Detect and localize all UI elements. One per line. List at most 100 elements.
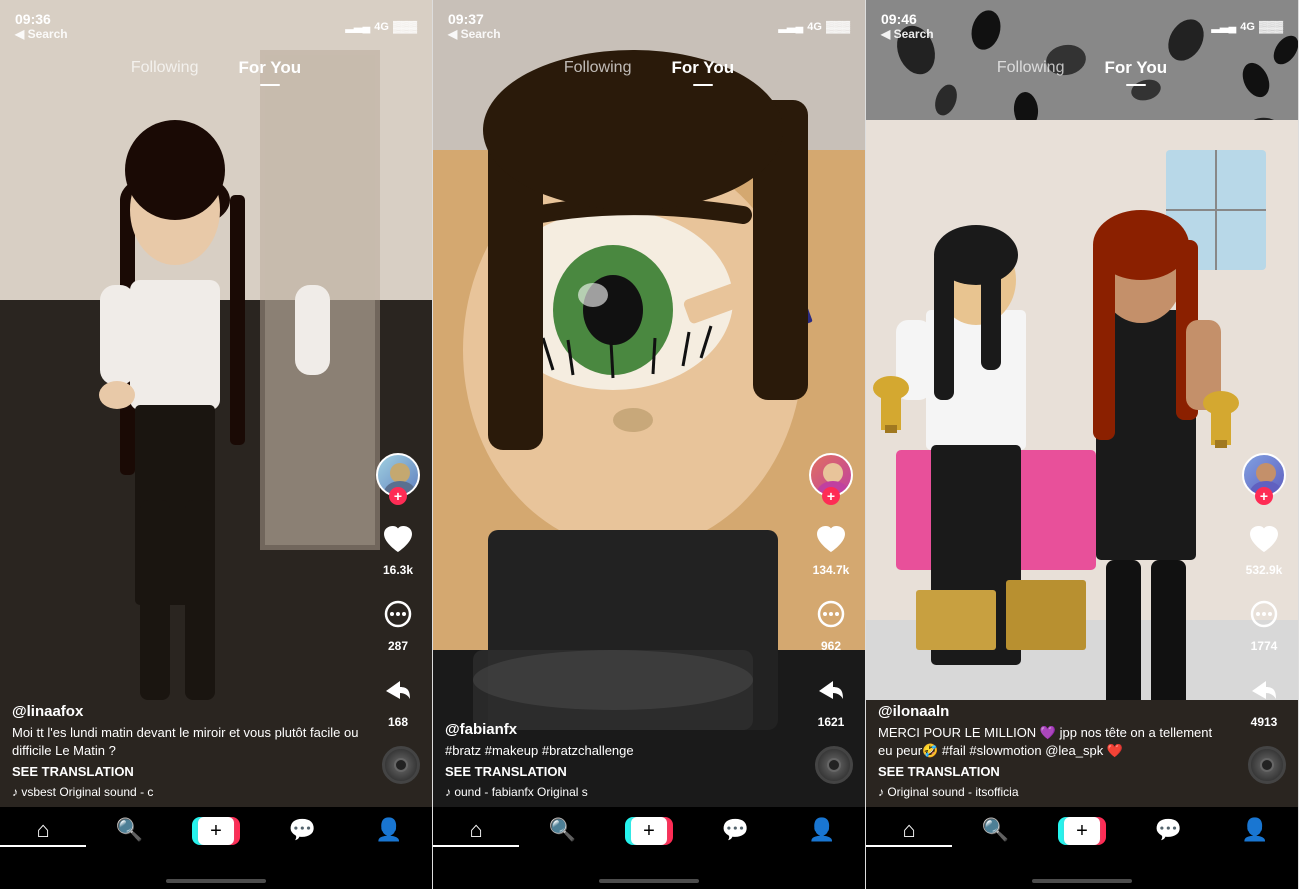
like-action-2[interactable]: 134.7k xyxy=(809,517,853,577)
caption-1: Moi tt l'es lundi matin devant le miroir… xyxy=(12,724,362,760)
nav-tabs-2: Following For You xyxy=(433,52,865,84)
share-icon-3[interactable] xyxy=(1242,669,1286,713)
comment-action-2[interactable]: 962 xyxy=(809,593,853,653)
nav-home-3[interactable]: ⌂ xyxy=(866,817,952,847)
bottom-nav-3: ⌂ 🔍 + 💬 👤 xyxy=(866,807,1298,889)
music-disc-2 xyxy=(815,746,853,784)
action-buttons-2: + 134.7k 962 xyxy=(809,453,853,729)
avatar-wrap-3[interactable]: + xyxy=(1242,453,1286,497)
nav-create-2[interactable]: + xyxy=(606,817,692,845)
comment-action-3[interactable]: 1774 xyxy=(1242,593,1286,653)
create-btn-2[interactable]: + xyxy=(628,817,670,845)
nav-home-1[interactable]: ⌂ xyxy=(0,817,86,847)
nav-inbox-1[interactable]: 💬 xyxy=(259,817,345,843)
search-nav-icon-1: 🔍 xyxy=(116,817,143,843)
search-nav-icon-2: 🔍 xyxy=(549,817,576,843)
follow-btn-1[interactable]: + xyxy=(389,487,407,505)
time-3: 09:46 xyxy=(881,12,917,26)
see-translation-3[interactable]: SEE TRANSLATION xyxy=(878,764,1228,779)
home-icon-2: ⌂ xyxy=(470,817,483,843)
search-back-1[interactable]: ◀ Search xyxy=(15,27,68,41)
home-indicator-3 xyxy=(1032,879,1132,883)
share-action-3[interactable]: 4913 xyxy=(1242,669,1286,729)
share-action-2[interactable]: 1621 xyxy=(809,669,853,729)
avatar-wrap-1[interactable]: + xyxy=(376,453,420,497)
bottom-content-1: @linaafox Moi tt l'es lundi matin devant… xyxy=(12,703,362,799)
action-buttons-3: + 532.9k 1774 xyxy=(1242,453,1286,729)
time-2: 09:37 xyxy=(448,12,484,26)
share-icon-2[interactable] xyxy=(809,669,853,713)
comment-count-3: 1774 xyxy=(1251,639,1278,653)
follow-btn-2[interactable]: + xyxy=(822,487,840,505)
action-buttons-1: + 16.3k 287 xyxy=(376,453,420,729)
create-btn-1[interactable]: + xyxy=(195,817,237,845)
username-1[interactable]: @linaafox xyxy=(12,703,362,720)
avatar-wrap-2[interactable]: + xyxy=(809,453,853,497)
network-icon-2: 4G xyxy=(807,21,822,33)
search-back-3[interactable]: ◀ Search xyxy=(881,27,934,41)
home-icon-3: ⌂ xyxy=(903,817,916,843)
music-disc-3 xyxy=(1248,746,1286,784)
share-count-3: 4913 xyxy=(1251,715,1278,729)
phone-2: 09:37 ◀ Search ▂▃▄ 4G ▓▓▓ Following For … xyxy=(433,0,866,889)
comment-icon-1[interactable] xyxy=(376,593,420,637)
share-icon-1[interactable] xyxy=(376,669,420,713)
tab-for-you-2[interactable]: For You xyxy=(651,52,754,84)
nav-inbox-2[interactable]: 💬 xyxy=(692,817,778,843)
bottom-nav-1: ⌂ 🔍 + 💬 👤 xyxy=(0,807,432,889)
status-bar-2: 09:37 ◀ Search ▂▃▄ 4G ▓▓▓ xyxy=(433,0,865,45)
status-bar-3: 09:46 ◀ Search ▂▃▄ 4G ▓▓▓ xyxy=(866,0,1298,45)
time-1: 09:36 xyxy=(15,12,51,26)
see-translation-2[interactable]: SEE TRANSLATION xyxy=(445,764,795,779)
nav-profile-1[interactable]: 👤 xyxy=(346,817,432,843)
share-action-1[interactable]: 168 xyxy=(376,669,420,729)
music-row-2: ♪ ound - fabianfx Original s xyxy=(445,785,795,799)
nav-profile-2[interactable]: 👤 xyxy=(779,817,865,843)
comment-count-1: 287 xyxy=(388,639,408,653)
like-action-1[interactable]: 16.3k xyxy=(376,517,420,577)
network-icon-1: 4G xyxy=(374,21,389,33)
tab-for-you-3[interactable]: For You xyxy=(1084,52,1187,84)
tab-following-2[interactable]: Following xyxy=(544,53,652,83)
nav-search-3[interactable]: 🔍 xyxy=(952,817,1038,843)
tab-following-3[interactable]: Following xyxy=(977,53,1085,83)
like-count-3: 532.9k xyxy=(1246,563,1283,577)
see-translation-1[interactable]: SEE TRANSLATION xyxy=(12,764,362,779)
nav-tabs-1: Following For You xyxy=(0,52,432,84)
like-action-3[interactable]: 532.9k xyxy=(1242,517,1286,577)
nav-search-1[interactable]: 🔍 xyxy=(86,817,172,843)
nav-search-2[interactable]: 🔍 xyxy=(519,817,605,843)
create-inner-3: + xyxy=(1064,817,1100,845)
nav-create-3[interactable]: + xyxy=(1039,817,1125,845)
status-icons-3: ▂▃▄ 4G ▓▓▓ xyxy=(1212,20,1283,33)
comment-action-1[interactable]: 287 xyxy=(376,593,420,653)
home-icon-1: ⌂ xyxy=(37,817,50,843)
nav-tabs-3: Following For You xyxy=(866,52,1298,84)
music-text-1: ♪ vsbest Original sound - c xyxy=(12,785,153,799)
search-back-2[interactable]: ◀ Search xyxy=(448,27,501,41)
nav-home-2[interactable]: ⌂ xyxy=(433,817,519,847)
like-icon-1[interactable] xyxy=(376,517,420,561)
status-icons-1: ▂▃▄ 4G ▓▓▓ xyxy=(346,20,417,33)
music-disc-1 xyxy=(382,746,420,784)
tab-following-1[interactable]: Following xyxy=(111,53,219,83)
nav-create-1[interactable]: + xyxy=(173,817,259,845)
like-icon-2[interactable] xyxy=(809,517,853,561)
home-indicator-2 xyxy=(599,879,699,883)
username-2[interactable]: @fabianfx xyxy=(445,721,795,738)
create-btn-3[interactable]: + xyxy=(1061,817,1103,845)
like-icon-3[interactable] xyxy=(1242,517,1286,561)
signal-icon-2: ▂▃▄ xyxy=(779,20,804,33)
bottom-content-3: @ilonaaln MERCI POUR LE MILLION 💜 jpp no… xyxy=(878,703,1228,799)
username-3[interactable]: @ilonaaln xyxy=(878,703,1228,720)
create-inner-1: + xyxy=(198,817,234,845)
follow-btn-3[interactable]: + xyxy=(1255,487,1273,505)
comment-icon-3[interactable] xyxy=(1242,593,1286,637)
comment-icon-2[interactable] xyxy=(809,593,853,637)
nav-profile-3[interactable]: 👤 xyxy=(1212,817,1298,843)
battery-icon-2: ▓▓▓ xyxy=(826,21,850,33)
nav-inbox-3[interactable]: 💬 xyxy=(1125,817,1211,843)
status-left-1: 09:36 ◀ Search xyxy=(15,12,68,41)
battery-icon-1: ▓▓▓ xyxy=(393,21,417,33)
tab-for-you-1[interactable]: For You xyxy=(218,52,321,84)
